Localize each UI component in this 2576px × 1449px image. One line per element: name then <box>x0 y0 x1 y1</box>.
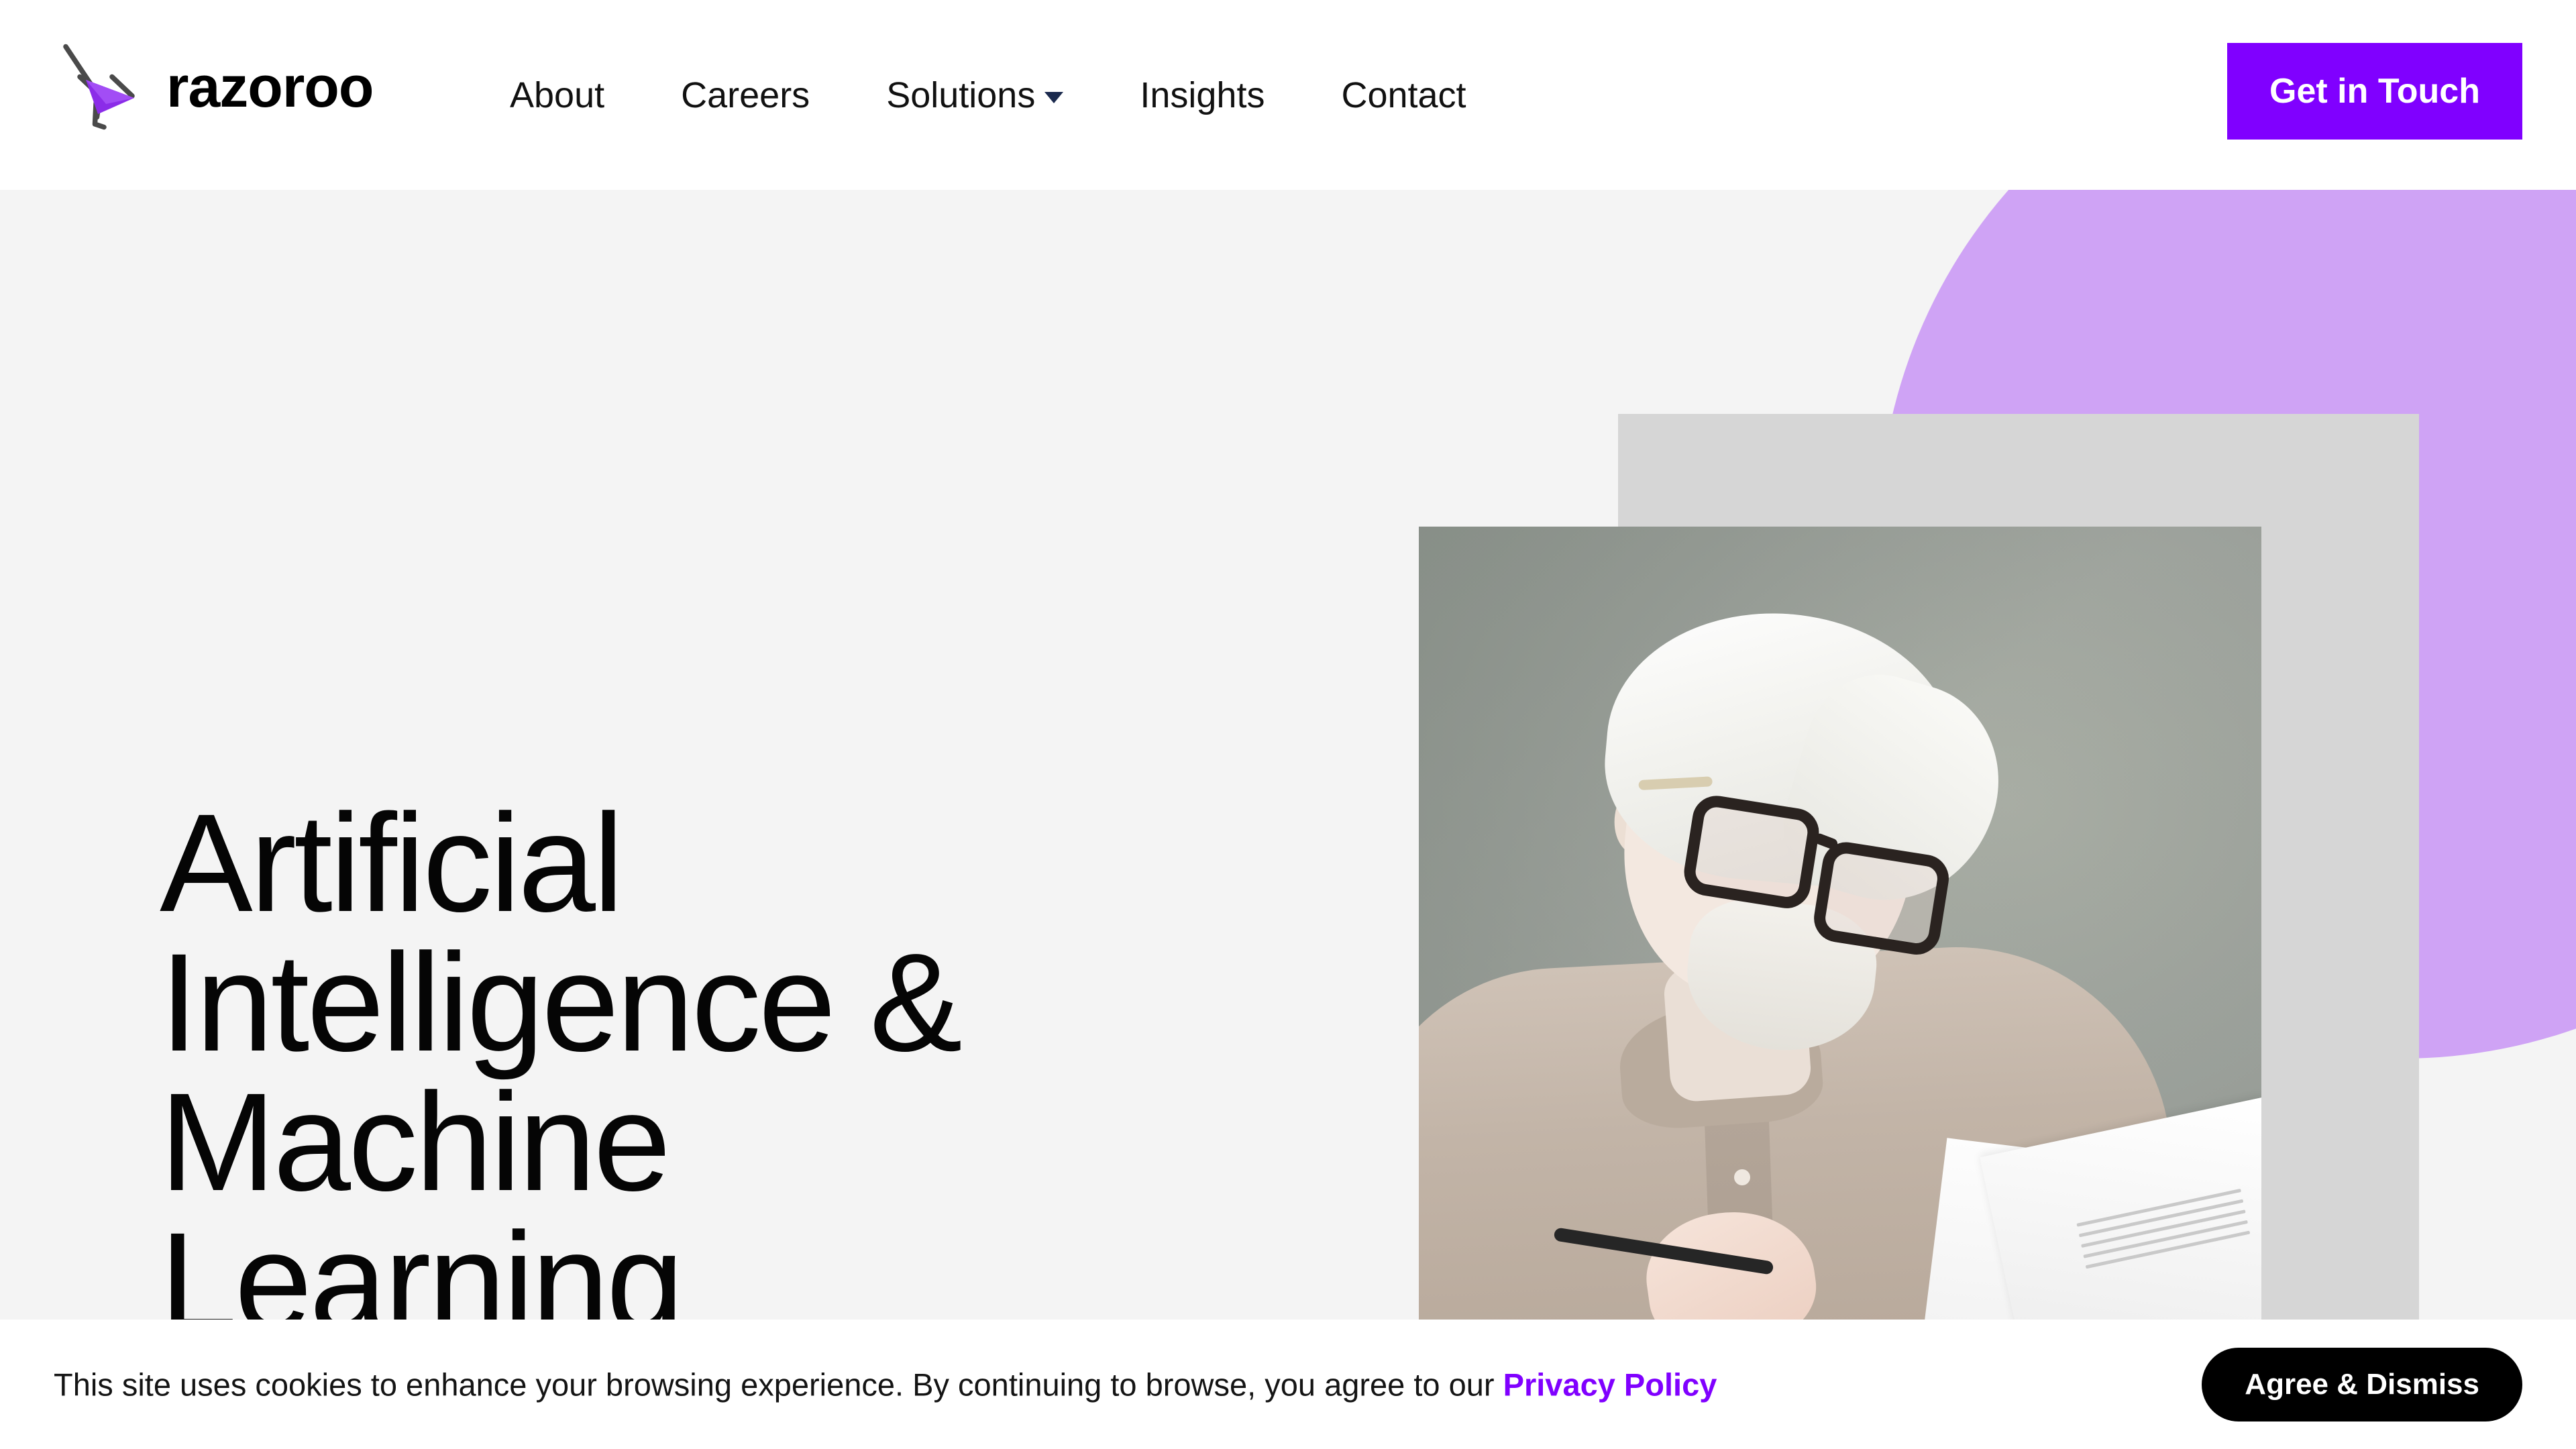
razoroo-bird-arrow-logo-icon <box>63 44 135 130</box>
page-root: razoroo About Careers Solutions Insights… <box>0 0 2576 1449</box>
hero-section: Artificial Intelligence & Machine Learni… <box>0 190 2576 1320</box>
photo-scene <box>1419 527 2261 1320</box>
photo-glasses-lens-right <box>1810 839 1953 959</box>
get-in-touch-button[interactable]: Get in Touch <box>2227 43 2522 140</box>
agree-dismiss-button[interactable]: Agree & Dismiss <box>2202 1347 2522 1421</box>
cookie-message-text: This site uses cookies to enhance your b… <box>54 1366 1503 1402</box>
chevron-down-icon <box>1044 92 1064 103</box>
nav-item-solutions[interactable]: Solutions <box>886 74 1064 116</box>
nav-item-label: Careers <box>681 74 810 115</box>
cookie-consent-banner: This site uses cookies to enhance your b… <box>0 1320 2576 1449</box>
nav-item-about[interactable]: About <box>510 74 604 116</box>
nav-item-contact[interactable]: Contact <box>1341 74 1466 116</box>
photo-glasses-lens-left <box>1680 792 1823 912</box>
nav-item-insights[interactable]: Insights <box>1140 74 1265 116</box>
photo-shirt-button <box>1734 1169 1750 1185</box>
cookie-message: This site uses cookies to enhance your b… <box>54 1366 1717 1403</box>
privacy-policy-link[interactable]: Privacy Policy <box>1503 1366 1717 1402</box>
primary-nav: About Careers Solutions Insights Contact <box>510 0 1543 190</box>
nav-item-label: Contact <box>1341 74 1466 115</box>
brand-name: razoroo <box>166 55 374 119</box>
hero-photo <box>1419 527 2261 1320</box>
brand-logo-link[interactable]: razoroo <box>54 34 374 134</box>
nav-item-label: About <box>510 74 605 115</box>
nav-item-label: Insights <box>1140 74 1265 115</box>
page-title: Artificial Intelligence & Machine Learni… <box>160 786 963 1320</box>
nav-item-careers[interactable]: Careers <box>681 74 810 116</box>
nav-item-label: Solutions <box>886 74 1036 115</box>
photo-glasses-temple <box>1638 776 1713 790</box>
site-header: razoroo About Careers Solutions Insights… <box>0 0 2576 190</box>
